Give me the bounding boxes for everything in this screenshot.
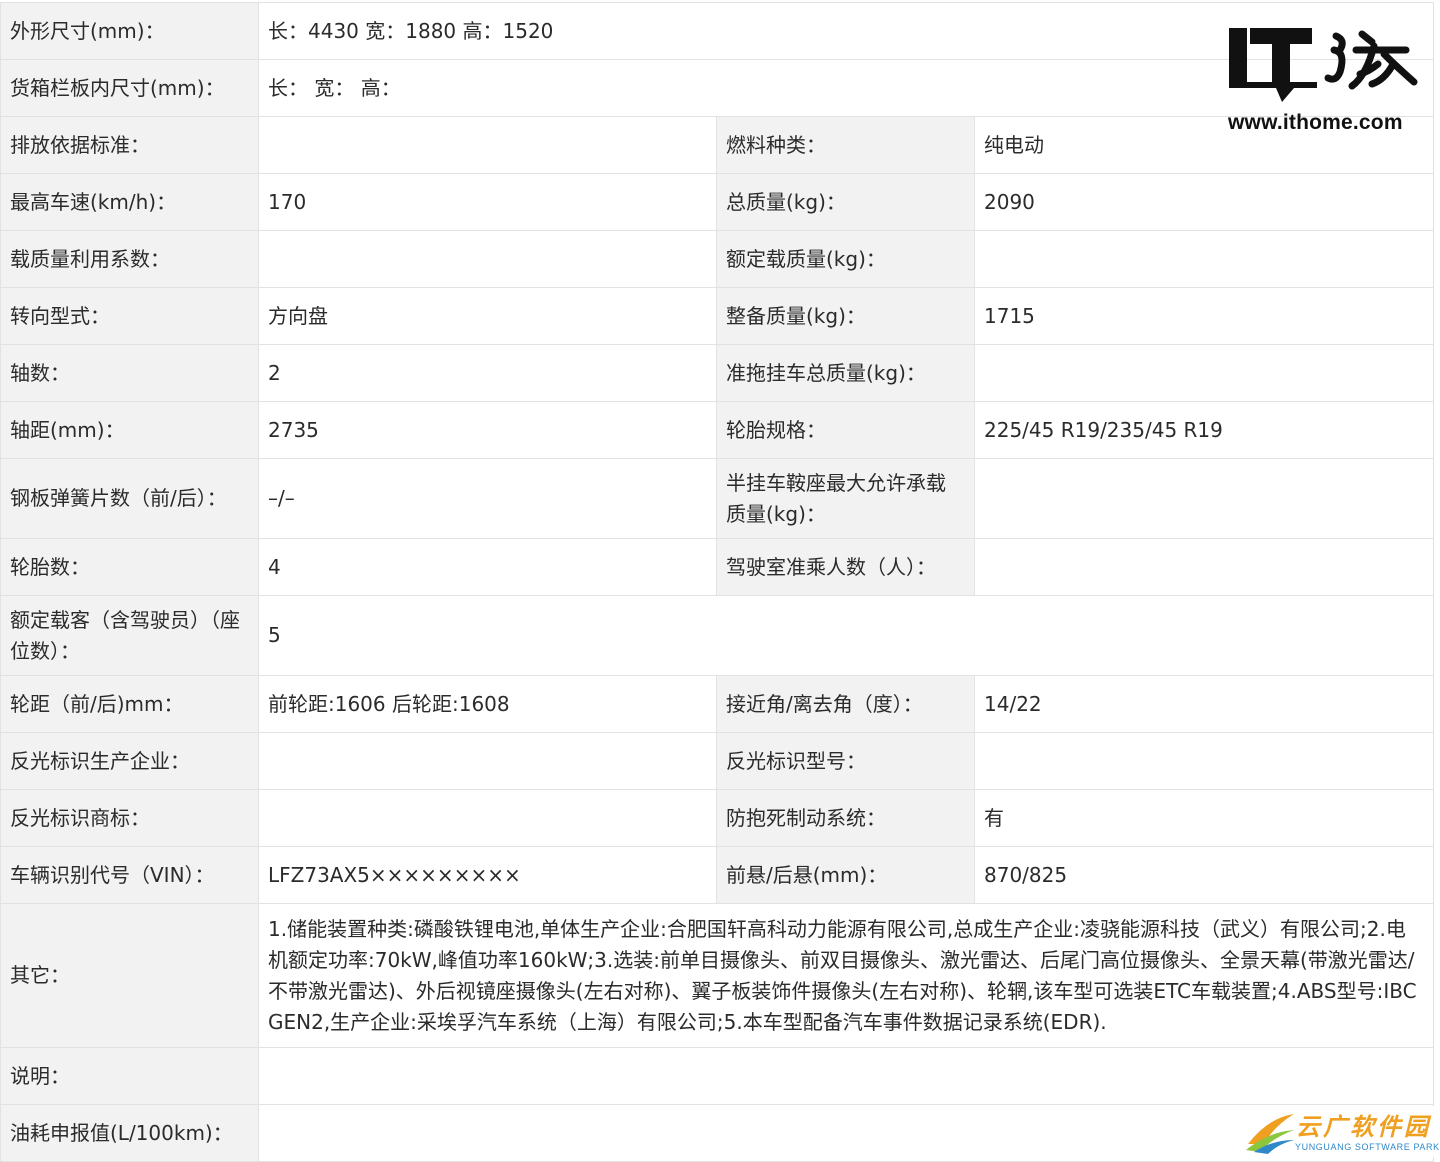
row-label-2: 总质量(kg)：: [716, 173, 975, 231]
row-label-2: 轮胎规格：: [716, 401, 975, 459]
row-label: 轴距(mm)：: [0, 401, 259, 459]
row-value: [258, 230, 717, 288]
row-value-2: [973, 344, 1435, 402]
row-label-cargo-size: 货箱栏板内尺寸(mm)：: [0, 59, 259, 117]
row-label: 额定载客（含驾驶员）（座位数）：: [0, 595, 259, 676]
row-value: 2735: [258, 401, 717, 459]
row-label-2: 驾驶室准乘人数（人）：: [716, 538, 975, 596]
row-label: 车辆识别代号（VIN）：: [0, 846, 259, 904]
spec-table: 外形尺寸(mm)： 长：4430 宽：1880 高：1520 货箱栏板内尺寸(m…: [0, 2, 1435, 1162]
row-value: 方向盘: [258, 287, 717, 345]
row-label-2: 半挂车鞍座最大允许承载质量(kg)：: [716, 458, 975, 539]
row-value-2: 870/825: [973, 846, 1435, 904]
row-value: [258, 116, 717, 174]
row-label: 反光标识生产企业：: [0, 732, 259, 790]
table-row: 外形尺寸(mm)： 长：4430 宽：1880 高：1520: [0, 2, 1435, 60]
table-row: 轮胎数： 4 驾驶室准乘人数（人）：: [0, 538, 1435, 596]
table-row: 排放依据标准： 燃料种类： 纯电动: [0, 116, 1435, 174]
row-value-other: 1.储能装置种类:磷酸铁锂电池,单体生产企业:合肥国轩高科动力能源有限公司,总成…: [257, 903, 1435, 1048]
table-row: 说明：: [0, 1047, 1435, 1105]
row-label: 转向型式：: [0, 287, 259, 345]
row-label-other: 其它：: [0, 903, 259, 1048]
row-label-2: 额定载质量(kg)：: [716, 230, 975, 288]
row-label-note: 说明：: [0, 1047, 259, 1105]
row-value: 前轮距:1606 后轮距:1608: [258, 675, 717, 733]
row-value-2: 225/45 R19/235/45 R19: [973, 401, 1435, 459]
table-row: 额定载客（含驾驶员）（座位数）： 5: [0, 595, 1435, 676]
row-value-2: 2090: [973, 173, 1435, 231]
row-label-dimensions: 外形尺寸(mm)：: [0, 2, 259, 60]
row-label-2: 前悬/后悬(mm)：: [716, 846, 975, 904]
table-row: 轮距（前/后)mm： 前轮距:1606 后轮距:1608 接近角/离去角（度）：…: [0, 675, 1435, 733]
row-value: [258, 732, 717, 790]
row-value: 170: [258, 173, 717, 231]
row-label-2: 准拖挂车总质量(kg)：: [716, 344, 975, 402]
table-row: 货箱栏板内尺寸(mm)： 长： 宽： 高：: [0, 59, 1435, 117]
row-label-2: 接近角/离去角（度）：: [716, 675, 975, 733]
row-label-2: 燃料种类：: [716, 116, 975, 174]
row-value-note: [257, 1047, 1435, 1105]
table-row: 车辆识别代号（VIN）： LFZ73AX5××××××××× 前悬/后悬(mm)…: [0, 846, 1435, 904]
ithome-logo-url: www.ithome.com: [1228, 111, 1403, 134]
row-label: 轴数：: [0, 344, 259, 402]
yunguang-logo-icon: [1246, 1114, 1294, 1154]
row-value-2: [973, 538, 1435, 596]
row-label-2: 反光标识型号：: [716, 732, 975, 790]
table-row: 轴数： 2 准拖挂车总质量(kg)：: [0, 344, 1435, 402]
row-label: 载质量利用系数：: [0, 230, 259, 288]
row-value: –/–: [258, 458, 717, 539]
watermark-subtitle: YUNGUANG SOFTWARE PARK: [1295, 1142, 1440, 1152]
table-row: 最高车速(km/h)： 170 总质量(kg)： 2090: [0, 173, 1435, 231]
row-value: LFZ73AX5×××××××××: [258, 846, 717, 904]
row-label: 最高车速(km/h)：: [0, 173, 259, 231]
table-row: 反光标识商标： 防抱死制动系统： 有: [0, 789, 1435, 847]
row-value-2: [973, 458, 1435, 539]
row-label: 轮距（前/后)mm：: [0, 675, 259, 733]
table-row: 钢板弹簧片数（前/后）： –/– 半挂车鞍座最大允许承载质量(kg)：: [0, 458, 1435, 539]
table-row: 油耗申报值(L/100km)：: [0, 1104, 1435, 1162]
row-label: 反光标识商标：: [0, 789, 259, 847]
row-value-2: 有: [973, 789, 1435, 847]
row-label-2: 防抱死制动系统：: [716, 789, 975, 847]
row-value: 4: [258, 538, 717, 596]
table-row: 转向型式： 方向盘 整备质量(kg)： 1715: [0, 287, 1435, 345]
watermark-title: 云广软件园: [1296, 1113, 1431, 1141]
row-value: [258, 789, 717, 847]
row-value-2: [973, 230, 1435, 288]
table-row: 反光标识生产企业： 反光标识型号：: [0, 732, 1435, 790]
row-value-2: 1715: [973, 287, 1435, 345]
row-label: 排放依据标准：: [0, 116, 259, 174]
row-label: 轮胎数：: [0, 538, 259, 596]
row-value: 2: [258, 344, 717, 402]
row-value-2: [973, 732, 1435, 790]
table-row: 其它： 1.储能装置种类:磷酸铁锂电池,单体生产企业:合肥国轩高科动力能源有限公…: [0, 903, 1435, 1048]
row-value-2: 14/22: [973, 675, 1435, 733]
row-label-fuel: 油耗申报值(L/100km)：: [0, 1104, 259, 1162]
row-label: 钢板弹簧片数（前/后）：: [0, 458, 259, 539]
row-value: 5: [257, 595, 1435, 676]
table-row: 轴距(mm)： 2735 轮胎规格： 225/45 R19/235/45 R19: [0, 401, 1435, 459]
row-label-2: 整备质量(kg)：: [716, 287, 975, 345]
table-row: 载质量利用系数： 额定载质量(kg)：: [0, 230, 1435, 288]
